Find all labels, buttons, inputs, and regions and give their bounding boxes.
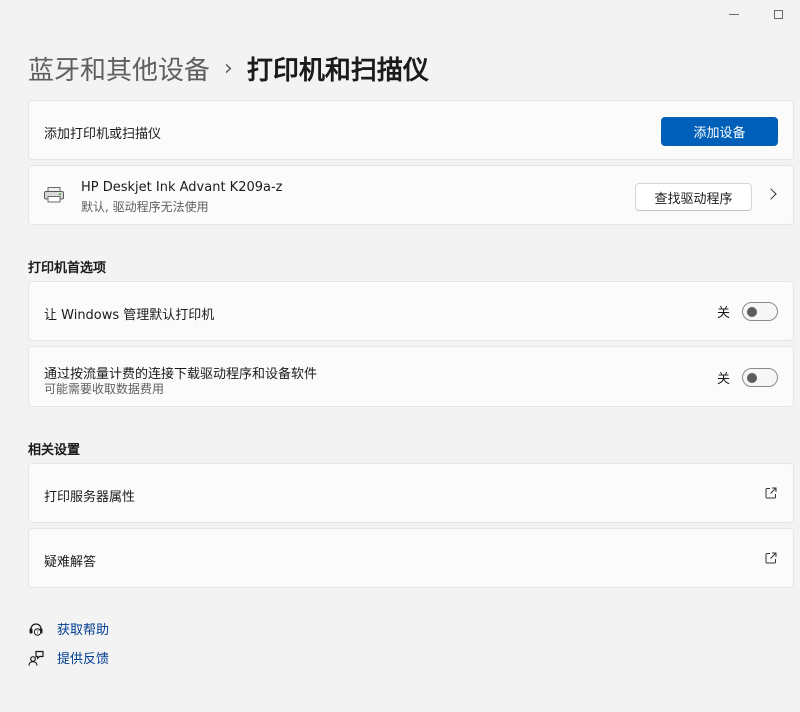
chevron-right-icon[interactable] <box>765 188 777 200</box>
page-title: 打印机和扫描仪 <box>246 55 429 86</box>
toggle-state-label: 关 <box>716 372 730 387</box>
print-server-properties-card[interactable]: 打印服务器属性 <box>28 463 794 523</box>
maximize-button[interactable] <box>756 0 800 28</box>
toggle-state-label: 关 <box>716 306 730 321</box>
printer-device-card[interactable]: HP Deskjet Ink Advant K209a-z 默认, 驱动程序无法… <box>28 165 794 225</box>
printer-name: HP Deskjet Ink Advant K209a-z <box>81 180 283 195</box>
breadcrumb-parent[interactable]: 蓝牙和其他设备 <box>28 50 210 87</box>
window-controls <box>712 0 800 28</box>
minimize-icon <box>729 13 739 15</box>
related-settings-title: 相关设置 <box>28 443 81 458</box>
manage-default-printer-toggle[interactable] <box>742 302 778 321</box>
metered-download-sub: 可能需要收取数据费用 <box>44 382 165 396</box>
toggle-knob <box>747 373 757 383</box>
troubleshoot-card[interactable]: 疑难解答 <box>28 528 794 588</box>
breadcrumb: 蓝牙和其他设备 › 打印机和扫描仪 <box>28 48 429 88</box>
printer-icon <box>44 187 64 203</box>
add-printer-card: 添加打印机或扫描仪 添加设备 <box>28 100 794 160</box>
print-server-properties-label: 打印服务器属性 <box>44 490 136 505</box>
metered-download-card: 通过按流量计费的连接下载驱动程序和设备软件 可能需要收取数据费用 关 <box>28 346 794 407</box>
maximize-icon <box>773 9 783 19</box>
add-printer-label: 添加打印机或扫描仪 <box>44 127 162 142</box>
open-external-icon <box>765 552 777 564</box>
printer-status: 默认, 驱动程序无法使用 <box>81 200 209 214</box>
feedback-icon <box>28 650 44 666</box>
get-help-label: 获取帮助 <box>57 623 110 638</box>
printer-preferences-title: 打印机首选项 <box>28 261 107 276</box>
help-icon: ? <box>29 622 43 636</box>
find-driver-button[interactable]: 查找驱动程序 <box>635 183 752 211</box>
toggle-knob <box>747 307 757 317</box>
breadcrumb-separator-icon: › <box>224 55 233 81</box>
manage-default-printer-label: 让 Windows 管理默认打印机 <box>44 308 215 323</box>
add-device-button[interactable]: 添加设备 <box>661 117 778 146</box>
give-feedback-label: 提供反馈 <box>57 652 110 667</box>
metered-download-toggle[interactable] <box>742 368 778 387</box>
minimize-button[interactable] <box>712 0 756 28</box>
give-feedback-link[interactable]: 提供反馈 <box>28 648 109 667</box>
get-help-link[interactable]: ? 获取帮助 <box>28 619 109 638</box>
troubleshoot-label: 疑难解答 <box>44 555 97 570</box>
manage-default-printer-card: 让 Windows 管理默认打印机 关 <box>28 281 794 341</box>
svg-text:?: ? <box>36 630 39 636</box>
open-external-icon <box>765 487 777 499</box>
metered-download-toggle-group: 关 <box>717 368 778 387</box>
manage-default-printer-toggle-group: 关 <box>717 302 778 321</box>
